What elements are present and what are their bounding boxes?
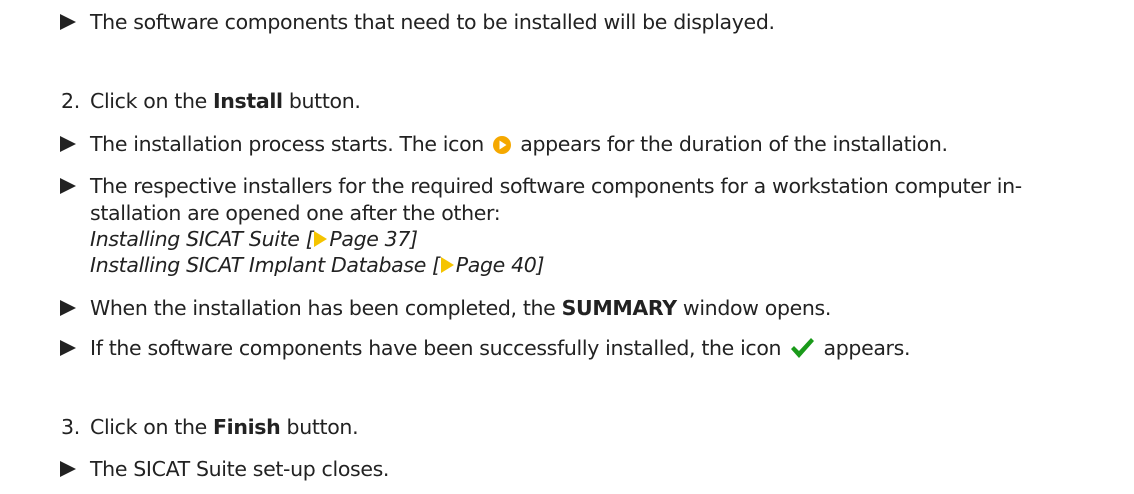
play-progress-icon <box>492 135 512 160</box>
link-page[interactable]: Page 37 <box>329 227 410 251</box>
green-checkmark-icon <box>789 337 815 364</box>
page-ref-arrow-icon <box>440 257 454 273</box>
install-button-label: Install <box>213 89 283 113</box>
result-text: If the software components have been suc… <box>90 336 788 360</box>
result-text: window opens. <box>676 296 832 320</box>
finish-button-label: Finish <box>213 415 281 439</box>
result-process-starts: The installation process starts. The ico… <box>60 132 948 160</box>
link-text[interactable]: Installing SICAT Suite [ <box>90 227 314 251</box>
result-text: The installation process starts. The ico… <box>90 132 491 156</box>
page-ref-arrow-icon <box>314 231 328 247</box>
result-arrow-icon <box>60 300 76 316</box>
summary-window-label: SUMMARY <box>561 296 677 320</box>
step-number: 3. <box>61 415 80 439</box>
result-text: appears for the duration of the installa… <box>514 132 948 156</box>
result-text: The SICAT Suite set-up closes. <box>90 457 390 481</box>
step-number: 2. <box>61 89 80 113</box>
result-text: The software components that need to be … <box>90 10 775 34</box>
step-text: button. <box>282 89 361 113</box>
result-text: When the installation has been completed… <box>90 296 562 320</box>
link-installing-sicat-suite[interactable]: Installing SICAT Suite [ Page 37] <box>90 227 418 251</box>
result-text: stallation are opened one after the othe… <box>90 201 501 225</box>
step-2: 2. Click on the Install button. <box>61 89 361 113</box>
link-close: ] <box>410 227 418 251</box>
result-components-displayed: The software components that need to be … <box>60 10 775 34</box>
result-arrow-icon <box>60 178 76 194</box>
result-setup-closes: The SICAT Suite set-up closes. <box>60 457 390 481</box>
step-text: Click on the <box>90 415 214 439</box>
result-arrow-icon <box>60 14 76 30</box>
step-text: Click on the <box>90 89 214 113</box>
step-3: 3. Click on the Finish button. <box>61 415 359 439</box>
result-arrow-icon <box>60 461 76 477</box>
step-text: button. <box>280 415 359 439</box>
link-installing-sicat-implant-database[interactable]: Installing SICAT Implant Database [ Page … <box>90 253 544 277</box>
result-arrow-icon <box>60 136 76 152</box>
link-page[interactable]: Page 40 <box>456 253 537 277</box>
result-summary: When the installation has been completed… <box>60 296 832 320</box>
link-close: ] <box>536 253 545 277</box>
result-installers: The respective installers for the requir… <box>60 174 1022 198</box>
result-text: appears. <box>817 336 911 360</box>
result-success: If the software components have been suc… <box>60 336 911 364</box>
result-text: The respective installers for the requir… <box>90 174 1022 198</box>
link-text[interactable]: Installing SICAT Implant Database [ <box>90 253 440 277</box>
result-installers-cont: stallation are opened one after the othe… <box>90 201 501 225</box>
result-arrow-icon <box>60 340 76 356</box>
